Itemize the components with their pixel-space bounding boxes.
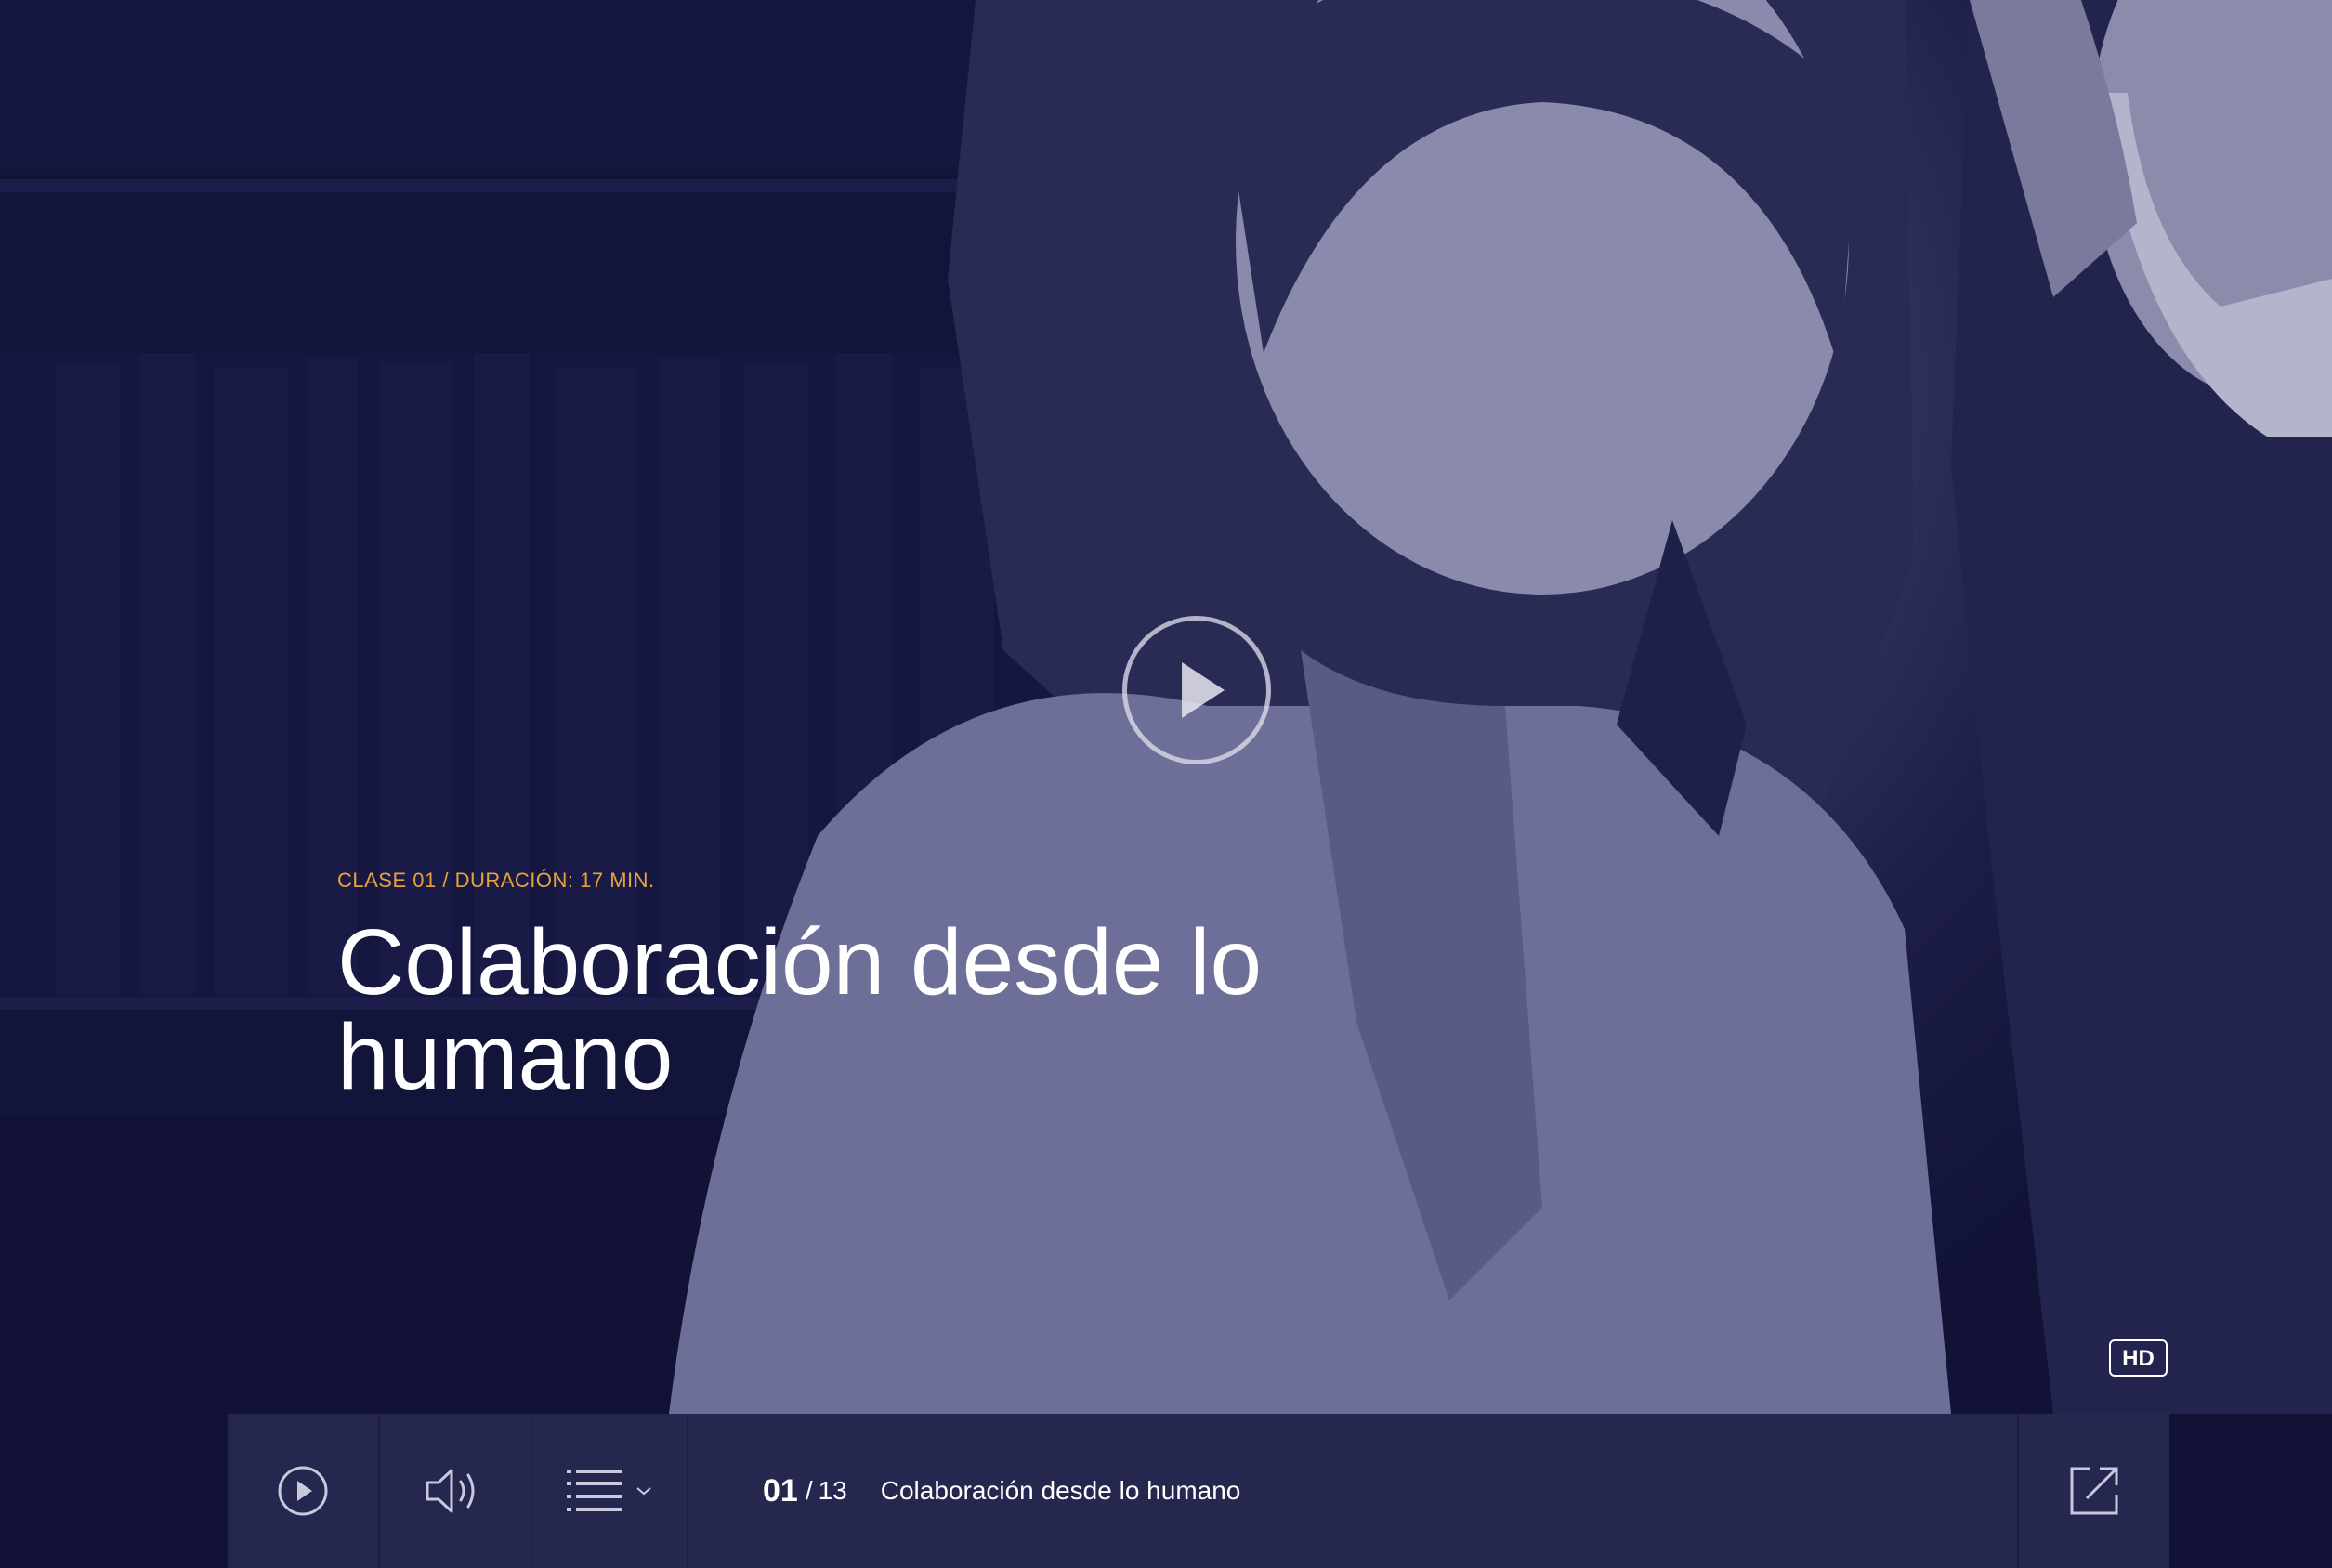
chevron-down-icon xyxy=(636,1487,651,1496)
playlist-button[interactable] xyxy=(532,1414,688,1568)
external-link-icon xyxy=(2070,1467,2118,1515)
play-icon xyxy=(1182,662,1225,718)
playlist-icon xyxy=(567,1470,622,1511)
hd-badge[interactable]: HD xyxy=(2109,1339,2168,1377)
current-episode: 01 xyxy=(763,1472,798,1509)
video-title: Colaboración desde lo humano xyxy=(337,910,1263,1109)
total-episodes: 13 xyxy=(818,1476,847,1505)
woman-figure xyxy=(669,0,1951,1414)
control-bar: 01 / 13 Colaboración desde lo humano xyxy=(228,1414,2169,1568)
man-figure xyxy=(1951,0,2332,1414)
play-control-button[interactable] xyxy=(228,1414,380,1568)
episode-title: Colaboración desde lo humano xyxy=(880,1476,1241,1505)
episode-separator: / xyxy=(805,1476,813,1505)
play-icon xyxy=(278,1466,328,1516)
video-stage[interactable]: CLASE 01 / DURACIÓN: 17 MIN. Colaboració… xyxy=(0,0,2332,1568)
open-external-button[interactable] xyxy=(2017,1414,2169,1568)
volume-button[interactable] xyxy=(380,1414,532,1568)
episode-info: 01 / 13 Colaboración desde lo humano xyxy=(688,1414,2017,1568)
play-button[interactable] xyxy=(1122,616,1271,764)
lesson-meta: CLASE 01 / DURACIÓN: 17 MIN. xyxy=(337,869,655,892)
volume-icon xyxy=(426,1469,475,1513)
